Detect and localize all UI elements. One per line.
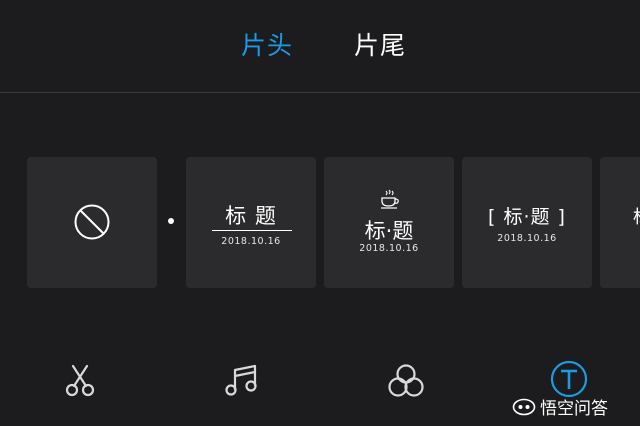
tab-bar: 片头 片尾 bbox=[0, 0, 640, 92]
wukong-logo-icon bbox=[512, 398, 536, 416]
template-style4[interactable]: 标 bbox=[600, 157, 640, 288]
template-list: 标 题 2018.10.16 标·题 2018.10.16 [ 标·题 ] 20… bbox=[0, 157, 640, 288]
template-title: 标·题 bbox=[364, 219, 414, 243]
template-title: [ 标·题 ] bbox=[488, 206, 566, 228]
watermark: 悟空问答 bbox=[512, 392, 608, 420]
coffee-cup-icon bbox=[381, 189, 399, 209]
template-date: 2018.10.16 bbox=[497, 233, 557, 244]
template-none[interactable] bbox=[27, 157, 157, 288]
music-icon[interactable] bbox=[224, 362, 260, 398]
title-underline bbox=[212, 230, 292, 231]
template-title: 标 bbox=[633, 203, 640, 229]
template-date: 2018.10.16 bbox=[221, 236, 281, 247]
watermark-text: 悟空问答 bbox=[540, 398, 608, 419]
tab-divider bbox=[0, 92, 640, 93]
template-title: 标 题 bbox=[225, 204, 277, 228]
template-date: 2018.10.16 bbox=[359, 243, 419, 254]
tab-outro[interactable]: 片尾 bbox=[354, 26, 406, 62]
no-template-icon bbox=[74, 204, 110, 240]
scissors-icon[interactable] bbox=[62, 362, 98, 398]
tab-intro[interactable]: 片头 bbox=[241, 26, 293, 62]
template-style2[interactable]: 标·题 2018.10.16 bbox=[324, 157, 454, 288]
template-style3[interactable]: [ 标·题 ] 2018.10.16 bbox=[462, 157, 592, 288]
template-style1[interactable]: 标 题 2018.10.16 bbox=[186, 157, 316, 288]
selection-dot bbox=[168, 218, 174, 224]
filter-icon[interactable] bbox=[386, 362, 426, 400]
